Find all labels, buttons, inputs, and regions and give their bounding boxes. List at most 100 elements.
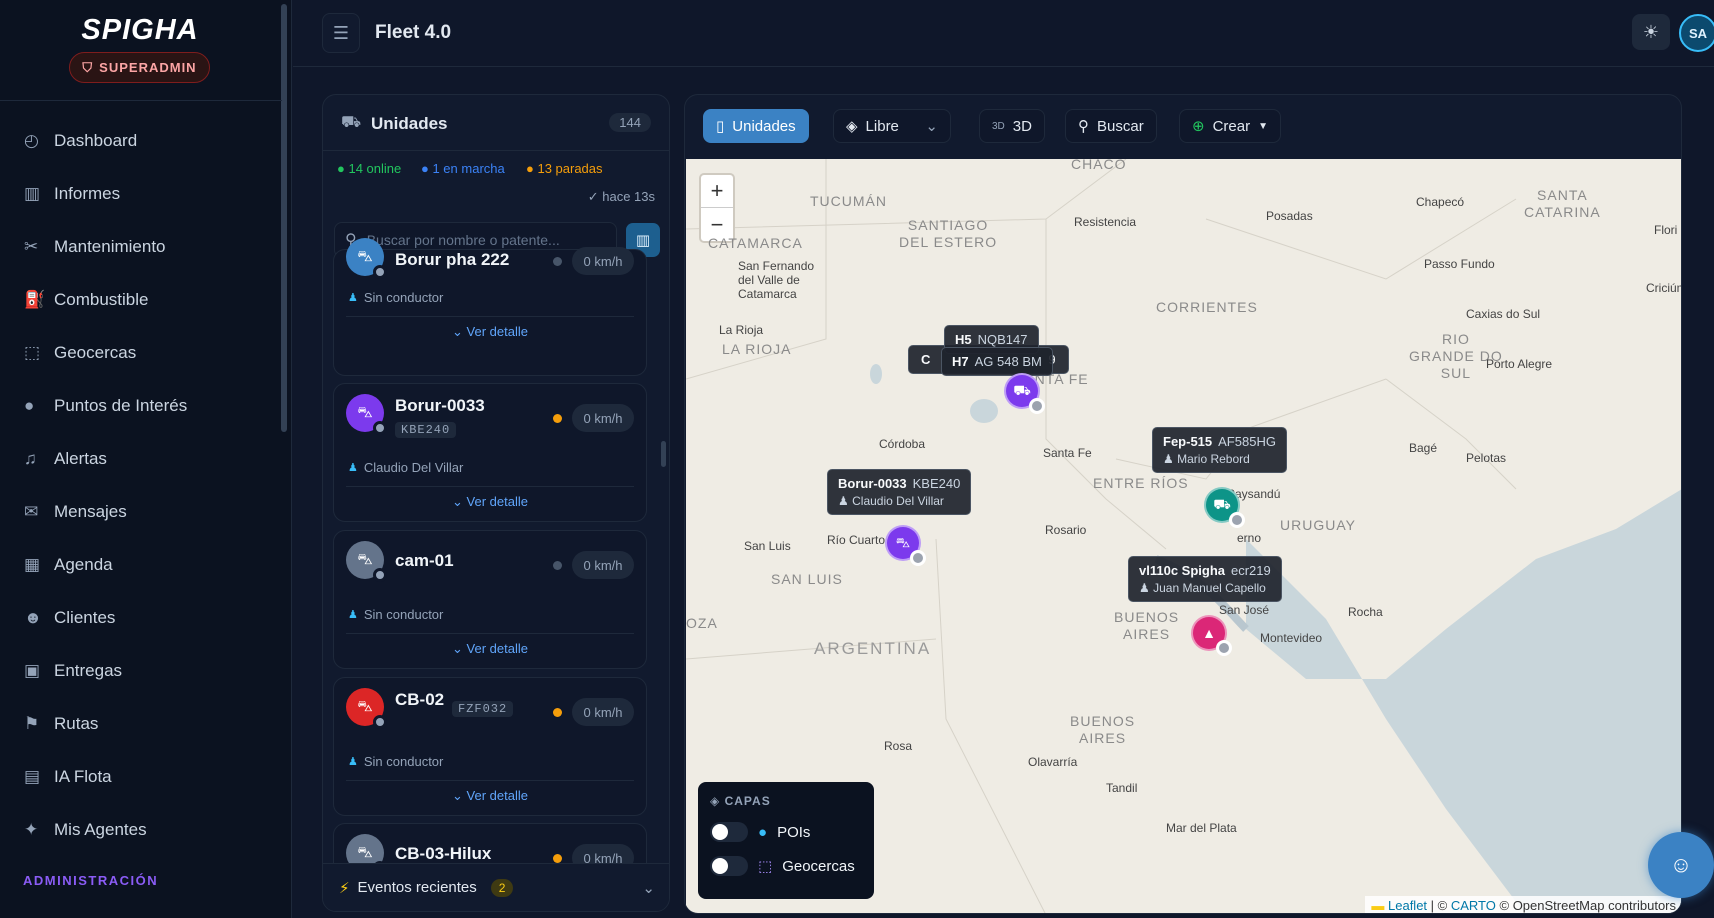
map-label-argentina: ARGENTINA bbox=[814, 639, 932, 658]
status-online-label: 14 online bbox=[348, 161, 402, 176]
zoom-in-button[interactable]: + bbox=[701, 175, 733, 208]
sidebar-item-alertas[interactable]: ♫ Alertas bbox=[0, 432, 282, 485]
chevron-down-icon[interactable]: ⌄ bbox=[642, 879, 655, 897]
unit-plate: FZF032 bbox=[452, 701, 514, 717]
sidebar-item-clientes[interactable]: ☻ Clientes bbox=[0, 591, 282, 644]
bot-icon: ☺ bbox=[1669, 852, 1693, 877]
units-search-input[interactable] bbox=[366, 232, 597, 248]
sidebar-item-combustible[interactable]: ⛽ Combustible bbox=[0, 273, 282, 326]
sidebar-item-mensajes[interactable]: ✉ Mensajes bbox=[0, 485, 282, 538]
unit-avatar: ⛍ bbox=[346, 688, 387, 729]
map-label-mdp: Mar del Plata bbox=[1166, 821, 1237, 835]
layers-title: ◈ CAPAS bbox=[710, 794, 862, 808]
list-scrollbar[interactable] bbox=[661, 441, 666, 467]
columns-icon: ▥ bbox=[635, 232, 651, 249]
pois-toggle[interactable] bbox=[710, 822, 748, 842]
sidebar-item-puntos-de-interés[interactable]: ● Puntos de Interés bbox=[0, 379, 282, 432]
theme-toggle-button[interactable]: ☀ bbox=[1632, 14, 1670, 50]
view-detail-link[interactable]: ⌄ Ver detalle bbox=[334, 324, 646, 340]
user-icon: ♟ bbox=[348, 292, 358, 304]
map-label-erno: erno bbox=[1237, 531, 1262, 545]
menu-button[interactable]: ☰ bbox=[322, 13, 360, 53]
card-separator bbox=[346, 316, 634, 317]
view-detail-link[interactable]: ⌄ Ver detalle bbox=[334, 494, 646, 510]
units-toggle-button[interactable]: ▯ Unidades bbox=[703, 109, 809, 143]
sidebar-item-dashboard[interactable]: ◴ Dashboard bbox=[0, 114, 282, 167]
tooltip-h5-plate: NQB147 bbox=[977, 332, 1028, 347]
unit-card[interactable]: ⛍ Borur pha 222 0 km/h ♟ Sin conductor ⌄ Ver … bbox=[333, 238, 647, 376]
unit-card[interactable]: ⛍ cam-01 0 km/h ♟ Sin conductor ⌄ Ver detalle bbox=[333, 530, 647, 669]
sidebar-item-informes[interactable]: ▥ Informes bbox=[0, 167, 282, 220]
sidebar: SPIGHA ⛉ SUPERADMIN ◴ Dashboard ▥ Informes ✂… bbox=[0, 0, 292, 918]
sidebar-item-agenda[interactable]: ▦ Agenda bbox=[0, 538, 282, 591]
map-canvas[interactable]: + − CHACO TUCUMÁN SANTIAGO DEL ESTERO CATAM… bbox=[686, 159, 1681, 913]
users-icon: ☻ bbox=[24, 607, 42, 627]
sidebar-item-label: Rutas bbox=[54, 713, 99, 733]
map-marker-borur-0033[interactable]: ⛍ bbox=[885, 525, 926, 566]
map-style-select[interactable]: ◈ Libre ⌄ bbox=[833, 109, 951, 143]
view-detail-link[interactable]: ⌄ Ver detalle bbox=[334, 788, 646, 804]
unit-speed: 0 km/h bbox=[572, 698, 634, 726]
bell-icon: ♫ bbox=[24, 448, 37, 468]
unit-name: CB-02 bbox=[395, 690, 445, 709]
view-detail-link[interactable]: ⌄ Ver detalle bbox=[334, 641, 646, 657]
search-icon: ⚲ bbox=[1078, 118, 1089, 135]
carto-link[interactable]: CARTO bbox=[1451, 898, 1496, 913]
map-search-button[interactable]: ⚲ Buscar bbox=[1065, 109, 1157, 143]
unit-driver-name: Sin conductor bbox=[363, 290, 444, 305]
map-label-porto-alegre: Porto Alegre bbox=[1486, 357, 1553, 371]
panel-icon: ▯ bbox=[716, 118, 725, 135]
status-running[interactable]: ● 1 en marcha bbox=[421, 161, 505, 176]
unit-speed: 0 km/h bbox=[572, 247, 634, 275]
tooltip-vl110c: vl110c Spigha ecr219 ♟ Juan Manuel Capello bbox=[1128, 556, 1282, 602]
status-stopped-label: 13 paradas bbox=[537, 161, 603, 176]
sidebar-item-rutas[interactable]: ⚑ Rutas bbox=[0, 697, 282, 750]
view-detail-label: Ver detalle bbox=[466, 788, 528, 803]
sidebar-item-mis-agentes[interactable]: ✦ Mis Agentes bbox=[0, 803, 282, 856]
vehicle-icon: ⛍ bbox=[357, 550, 373, 568]
ai-assistant-button[interactable]: ☺ bbox=[1648, 832, 1714, 898]
status-online[interactable]: ● 14 online bbox=[337, 161, 401, 176]
chevron-down-icon: ⌄ bbox=[452, 788, 463, 803]
status-stopped[interactable]: ● 13 paradas bbox=[526, 161, 603, 176]
recent-events-bar[interactable]: ⚡ Eventos recientes 2 ⌄ bbox=[323, 863, 669, 911]
vehicle-icon: ⛍ bbox=[357, 843, 373, 861]
map-label-rio-cuarto: Río Cuarto bbox=[827, 533, 886, 547]
unit-card[interactable]: ⛍ Borur-0033 KBE240 0 km/h ♟ Claudio Del Vill… bbox=[333, 383, 647, 522]
page-title: Fleet 4.0 bbox=[375, 22, 452, 43]
geocercas-toggle[interactable] bbox=[710, 856, 748, 876]
sidebar-item-label: Entregas bbox=[54, 660, 123, 680]
sidebar-item-label: Agenda bbox=[54, 554, 113, 574]
create-button[interactable]: ⊕ Crear ▼ bbox=[1179, 109, 1281, 143]
bot-icon: ▤ bbox=[24, 766, 41, 786]
unit-card[interactable]: ⛍ CB-02 FZF032 0 km/h ♟ Sin conductor ⌄ Ver de… bbox=[333, 677, 647, 816]
map-marker-h-cluster[interactable]: ⛟ bbox=[1004, 373, 1045, 414]
map-label-entre-rios: ENTRE RÍOS bbox=[1093, 475, 1189, 491]
logo: SPIGHA bbox=[81, 14, 199, 46]
check-icon: ✓ bbox=[587, 189, 599, 204]
sidebar-item-entregas[interactable]: ▣ Entregas bbox=[0, 644, 282, 697]
sidebar-item-ia-flota[interactable]: ▤ IA Flota bbox=[0, 750, 282, 803]
unit-status-dot bbox=[373, 715, 387, 729]
unit-name: Borur-0033 bbox=[395, 396, 485, 415]
map-label-olavarria: Olavarría bbox=[1028, 755, 1078, 769]
sidebar-item-mantenimiento[interactable]: ✂ Mantenimiento bbox=[0, 220, 282, 273]
map-marker-fep-515[interactable]: ⛟ bbox=[1204, 487, 1245, 528]
map-label-pelotas: Pelotas bbox=[1466, 451, 1507, 465]
wrench-icon: ✂ bbox=[24, 236, 39, 256]
units-panel: ⛟ Unidades 144 ● 14 online ● 1 en marcha… bbox=[322, 94, 670, 912]
view-3d-button[interactable]: 3D 3D bbox=[979, 109, 1045, 143]
unit-status-dot bbox=[373, 568, 387, 582]
geocercas-label: Geocercas bbox=[782, 857, 855, 875]
unit-status-indicator bbox=[553, 854, 562, 863]
app-root: SPIGHA ⛉ SUPERADMIN ◴ Dashboard ▥ Informes ✂… bbox=[0, 0, 1714, 918]
unit-status-indicator bbox=[553, 257, 562, 266]
sidebar-item-geocercas[interactable]: ⬚ Geocercas bbox=[0, 326, 282, 379]
sidebar-nav: ◴ Dashboard ▥ Informes ✂ Mantenimiento ⛽ Combus… bbox=[0, 114, 282, 856]
leaflet-link[interactable]: ▬ Leaflet bbox=[1371, 898, 1427, 913]
map-label-santiago: SANTIAGO DEL ESTERO bbox=[899, 217, 998, 250]
vehicle-icon: ⛍ bbox=[357, 403, 373, 421]
map-marker-vl110c[interactable]: ▲ bbox=[1191, 615, 1232, 656]
map-label-montevideo: Montevideo bbox=[1260, 631, 1323, 645]
avatar[interactable]: SA bbox=[1679, 14, 1714, 52]
